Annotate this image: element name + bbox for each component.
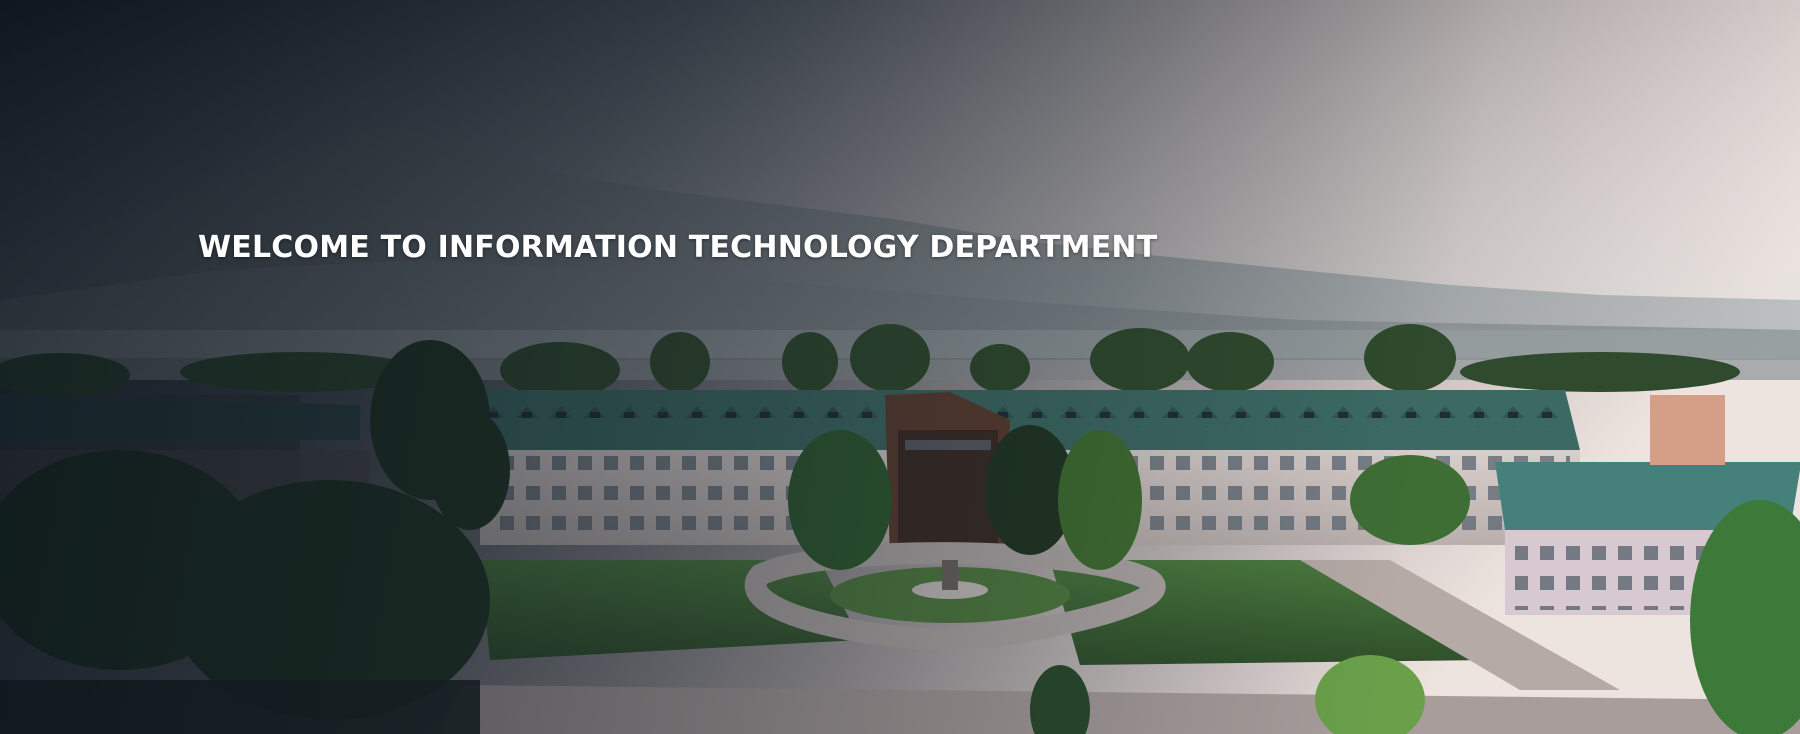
campus-panorama-image (0, 0, 1800, 734)
hero-banner: WELCOME TO INFORMATION TECHNOLOGY DEPART… (0, 0, 1800, 734)
hero-title: WELCOME TO INFORMATION TECHNOLOGY DEPART… (198, 230, 1158, 265)
